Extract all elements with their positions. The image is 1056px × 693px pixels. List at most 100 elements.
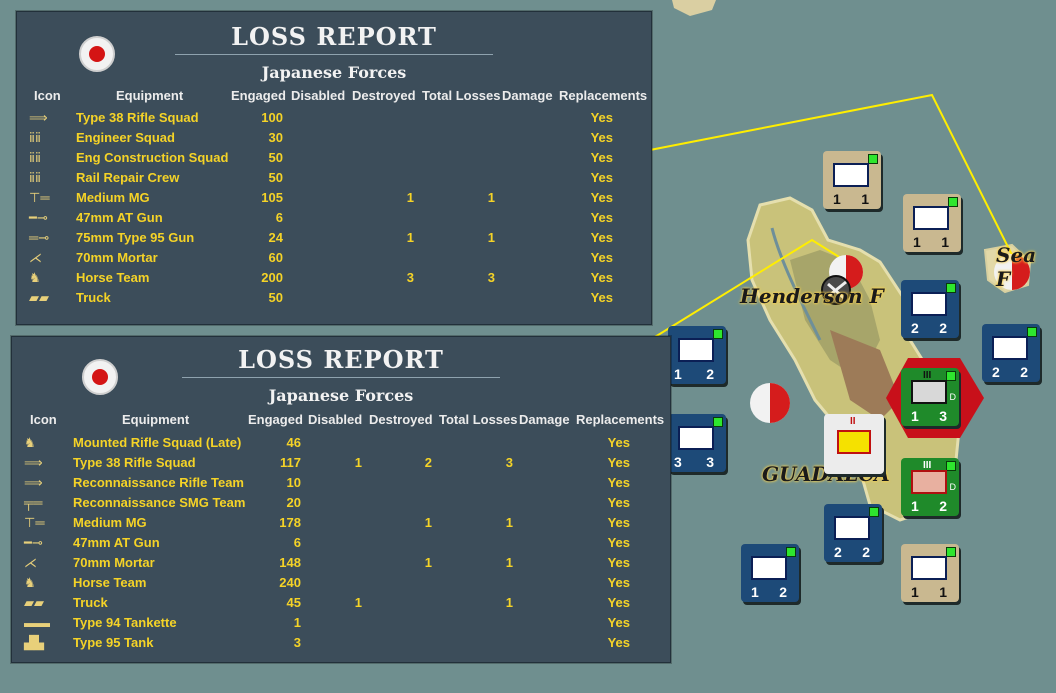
land-counter[interactable]: III D 1 2 (901, 458, 959, 516)
field-gun-icon: ═⊸ (29, 230, 50, 245)
panel-subtitle: Japanese Forces (261, 63, 407, 82)
replacements-value: Yes (607, 515, 630, 530)
equipment-name: 75mm Type 95 Gun (76, 230, 195, 245)
table-row: ⟹ Type 38 Rifle Squad 117 1 2 3 Yes (12, 453, 670, 473)
panel-subtitle: Japanese Forces (268, 386, 414, 405)
engaged-value: 117 (280, 455, 301, 470)
engaged-value: 46 (286, 435, 301, 450)
tankette-icon: ▬▬ (24, 615, 50, 630)
disabled-value: 1 (354, 455, 362, 470)
naval-counter[interactable]: 2 2 (901, 280, 959, 338)
infantry-unit-icon (911, 380, 947, 404)
engaged-value: 50 (268, 290, 283, 305)
header-destroyed: Destroyed (352, 88, 416, 103)
rifle-icon: ⟹ (29, 110, 48, 125)
header-engaged: Engaged (248, 412, 303, 427)
naval-counter[interactable]: 1 1 (823, 151, 881, 209)
unit-type-mark: D (949, 482, 957, 492)
equipment-name: 47mm AT Gun (73, 535, 160, 550)
engaged-value: 24 (268, 230, 283, 245)
naval-counter[interactable]: 1 1 (903, 194, 961, 252)
table-row: ━⊸ 47mm AT Gun 6 Yes (12, 533, 670, 553)
replacements-value: Yes (590, 290, 613, 305)
equipment-name: Eng Construction Squad (76, 150, 229, 165)
engaged-value: 50 (268, 170, 283, 185)
naval-counter[interactable]: 1 1 (901, 544, 959, 602)
ship-icon (751, 556, 787, 580)
status-indicator (946, 371, 956, 381)
replacements-value: Yes (607, 495, 630, 510)
equipment-name: Reconnaissance SMG Team (73, 495, 246, 510)
naval-counter[interactable]: 3 3 (668, 414, 726, 472)
equipment-name: Mounted Rifle Squad (Late) (73, 435, 242, 450)
machine-gun-icon: ⊤═ (29, 190, 50, 205)
status-indicator (948, 197, 958, 207)
header-total-losses: Total Losses (439, 412, 518, 427)
at-gun-icon: ━⊸ (24, 535, 43, 550)
counter-value: 2 (1020, 364, 1028, 380)
infantry-icon: ⅱⅱ (29, 130, 41, 145)
table-row: ⟹ Type 38 Rifle Squad 100 Yes (17, 108, 651, 128)
destroyed-value: 1 (406, 230, 414, 245)
counter-value: 1 (939, 584, 947, 600)
engaged-value: 1 (293, 615, 301, 630)
machine-gun-icon: ⊤═ (24, 515, 45, 530)
counter-value: 3 (674, 454, 682, 470)
horse-icon: ♞ (24, 435, 36, 450)
counter-value: 2 (834, 544, 842, 560)
destroyed-value: 2 (424, 455, 432, 470)
counter-value: 2 (939, 320, 947, 336)
naval-counter[interactable]: 1 2 (741, 544, 799, 602)
rifle-icon: ⟹ (24, 475, 43, 490)
naval-counter[interactable]: 2 2 (982, 324, 1040, 382)
status-indicator (868, 154, 878, 164)
total-losses-value: 3 (487, 270, 495, 285)
destroyed-value: 1 (424, 555, 432, 570)
counter-value: 1 (911, 498, 919, 514)
ship-icon (911, 292, 947, 316)
total-losses-value: 3 (505, 455, 513, 470)
equipment-name: 70mm Mortar (73, 555, 155, 570)
tank-icon: ▟▙ (24, 635, 44, 650)
table-row: ⅱⅱ Eng Construction Squad 50 Yes (17, 148, 651, 168)
table-row: ━⊸ 47mm AT Gun 6 Yes (17, 208, 651, 228)
naval-counter[interactable]: 1 2 (668, 326, 726, 384)
engaged-value: 60 (268, 250, 283, 265)
engaged-value: 30 (268, 130, 283, 145)
equipment-name: Medium MG (73, 515, 147, 530)
equipment-name: Horse Team (73, 575, 147, 590)
destroyed-value: 3 (406, 270, 414, 285)
equipment-name: Type 95 Tank (73, 635, 154, 650)
engaged-value: 6 (293, 535, 301, 550)
counter-value: 2 (939, 498, 947, 514)
table-row: ♞ Mounted Rifle Squad (Late) 46 Yes (12, 433, 670, 453)
ship-icon (992, 336, 1028, 360)
counter-value: 2 (992, 364, 1000, 380)
total-losses-value: 1 (505, 555, 513, 570)
land-counter[interactable]: III D 1 3 (901, 368, 959, 426)
naval-counter[interactable]: 2 2 (824, 504, 882, 562)
total-losses-value: 1 (487, 190, 495, 205)
total-losses-value: 1 (505, 515, 513, 530)
status-indicator (946, 461, 956, 471)
infantry-icon: ⅱⅱ (29, 150, 41, 165)
infantry-icon: ⅱⅱ (29, 170, 41, 185)
equipment-name: Truck (73, 595, 108, 610)
header-engaged: Engaged (231, 88, 286, 103)
engaged-value: 45 (286, 595, 301, 610)
japanese-unit-counter[interactable]: II (824, 414, 884, 474)
header-replacements: Replacements (559, 88, 648, 103)
smg-icon: ╤═ (24, 495, 43, 510)
total-losses-value: 1 (487, 230, 495, 245)
table-row: ⅱⅱ Engineer Squad 30 Yes (17, 128, 651, 148)
engaged-value: 240 (279, 575, 301, 590)
at-gun-icon: ━⊸ (29, 210, 48, 225)
replacements-value: Yes (590, 230, 613, 245)
equipment-name: Type 94 Tankette (73, 615, 177, 630)
table-row: ♞ Horse Team 240 Yes (12, 573, 670, 593)
map-label-henderson: Henderson F (740, 284, 884, 308)
status-indicator (786, 547, 796, 557)
engaged-value: 178 (279, 515, 301, 530)
loss-report-panel-1: LOSS REPORT Japanese Forces Icon Equipme… (16, 11, 652, 325)
counter-value: 2 (779, 584, 787, 600)
